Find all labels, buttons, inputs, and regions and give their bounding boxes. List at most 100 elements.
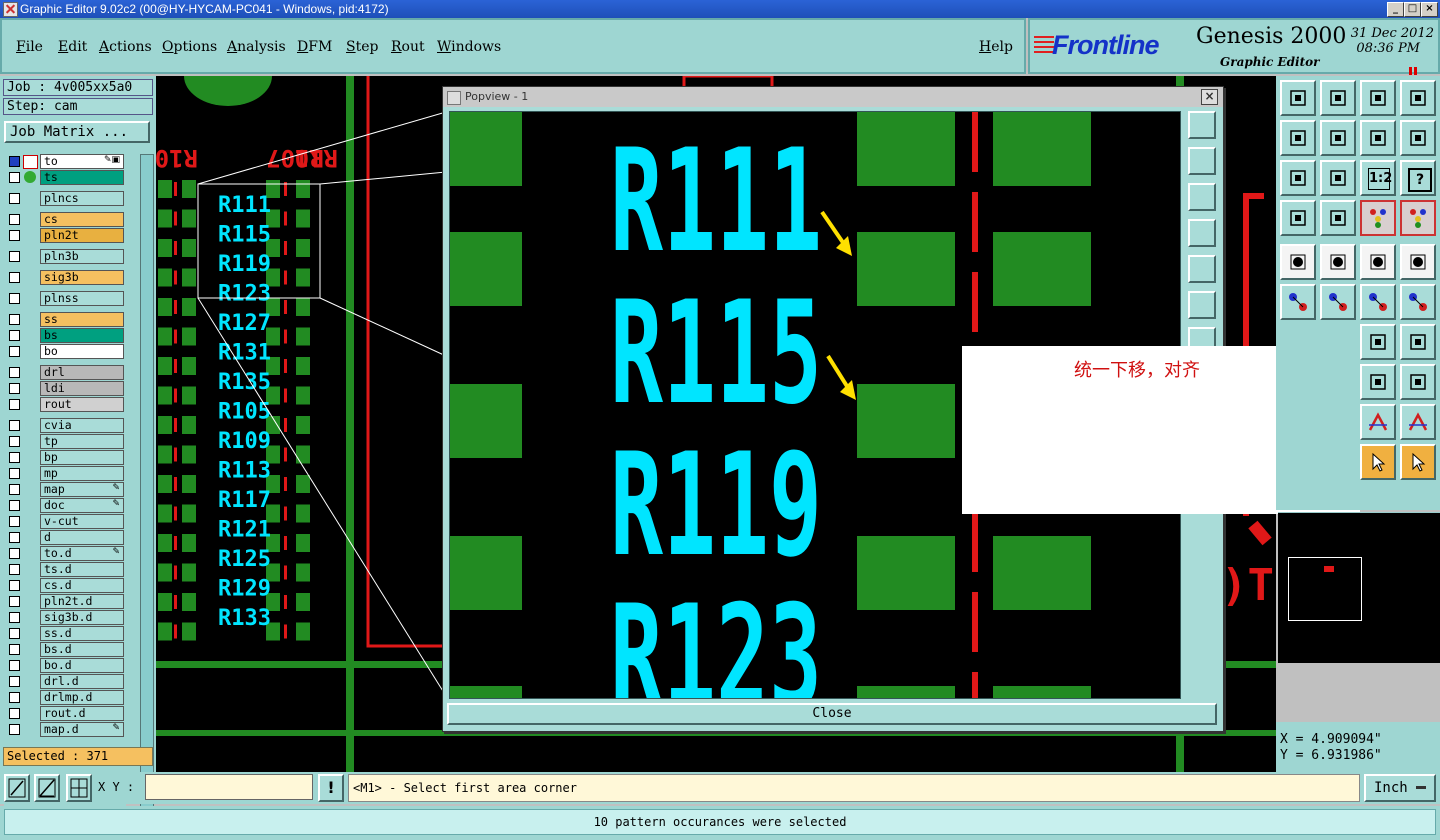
move-button[interactable]	[1360, 284, 1396, 320]
layer-row[interactable]: tp	[6, 434, 124, 449]
layer-name[interactable]: ss	[40, 312, 124, 327]
layer-checkbox[interactable]	[9, 251, 20, 262]
layer-row[interactable]: ts	[6, 170, 124, 185]
layer-row[interactable]: bs	[6, 328, 124, 343]
layer-name[interactable]: tp	[40, 434, 124, 449]
layer-checkbox[interactable]	[9, 383, 20, 394]
layer-name[interactable]: drlmp.d	[40, 690, 124, 705]
layer-checkbox[interactable]	[9, 367, 20, 378]
net-button[interactable]	[1360, 364, 1396, 400]
layer-row[interactable]: cvia	[6, 418, 124, 433]
layer-row[interactable]: ss.d	[6, 626, 124, 641]
layer-row[interactable]: cs	[6, 212, 124, 227]
layer-checkbox[interactable]	[9, 293, 20, 304]
route-tool-button[interactable]	[1360, 444, 1396, 480]
layer-checkbox[interactable]	[9, 580, 20, 591]
layer-row[interactable]: pln3b	[6, 249, 124, 264]
route2-tool-button[interactable]	[1400, 444, 1436, 480]
layer-row[interactable]: pln2t.d	[6, 594, 124, 609]
job-matrix-button[interactable]: Job Matrix ...	[4, 121, 150, 143]
layer-checkbox[interactable]	[9, 724, 20, 735]
layer-row[interactable]: bo	[6, 344, 124, 359]
layer-name[interactable]: cs	[40, 212, 124, 227]
layer-name[interactable]: bs.d	[40, 642, 124, 657]
layer-checkbox[interactable]	[9, 436, 20, 447]
maximize-button[interactable]: □	[1404, 2, 1421, 17]
layer-name[interactable]: map.d	[40, 722, 124, 737]
layer-name[interactable]: to.d	[40, 546, 124, 561]
layer-row[interactable]: drl.d	[6, 674, 124, 689]
layer-checkbox[interactable]	[9, 330, 20, 341]
layer-row[interactable]: to ✎▣	[6, 154, 124, 169]
home-button[interactable]	[1360, 80, 1396, 116]
menu-options[interactable]: Options	[162, 39, 217, 55]
layer-name[interactable]: rout.d	[40, 706, 124, 721]
layer-name[interactable]: pln2t.d	[40, 594, 124, 609]
layer-name[interactable]: plncs	[40, 191, 124, 206]
layer-checkbox[interactable]	[9, 676, 20, 687]
layer-row[interactable]: map.d ✎	[6, 722, 124, 737]
alert-button[interactable]: !	[318, 774, 344, 802]
layer-row[interactable]: pln2t	[6, 228, 124, 243]
measure-icon[interactable]	[34, 774, 60, 802]
layer-name[interactable]: mp	[40, 466, 124, 481]
popview-zoom-fit-button[interactable]	[1188, 111, 1216, 139]
layer-name[interactable]: pln2t	[40, 228, 124, 243]
layer-checkbox[interactable]	[9, 548, 20, 559]
mirror-view-button[interactable]	[1400, 120, 1436, 156]
layer-checkbox[interactable]	[9, 214, 20, 225]
layer-name[interactable]: bo	[40, 344, 124, 359]
units-select[interactable]: Inch	[1364, 774, 1436, 802]
layer-checkbox[interactable]	[9, 532, 20, 543]
layer-row[interactable]: drl	[6, 365, 124, 380]
layer-checkbox[interactable]	[9, 230, 20, 241]
layer-row[interactable]: ldi	[6, 381, 124, 396]
layer-checkbox[interactable]	[9, 644, 20, 655]
layer-name[interactable]: plnss	[40, 291, 124, 306]
zoom-center-button[interactable]	[1320, 160, 1356, 196]
layer-name[interactable]: bo.d	[40, 658, 124, 673]
layer-checkbox[interactable]	[9, 172, 20, 183]
select-tool-button[interactable]	[1280, 244, 1316, 280]
snap-center-button[interactable]	[1400, 244, 1436, 280]
layer-name[interactable]: bs	[40, 328, 124, 343]
xy-input[interactable]	[145, 774, 313, 800]
menu-step[interactable]: Step	[346, 39, 378, 55]
layer-checkbox[interactable]	[9, 596, 20, 607]
popview-close-button[interactable]: Close	[447, 703, 1217, 725]
layer-checkbox[interactable]	[9, 500, 20, 511]
layer-checkbox[interactable]	[9, 660, 20, 671]
layer-checkbox[interactable]	[9, 346, 20, 357]
scale-button[interactable]: 1:2	[1360, 160, 1396, 196]
rotate-view-button[interactable]	[1360, 120, 1396, 156]
layer-row[interactable]: plncs	[6, 191, 124, 206]
layer-order-button[interactable]	[1400, 200, 1436, 236]
layer-checkbox[interactable]	[9, 564, 20, 575]
layer-checkbox[interactable]	[9, 452, 20, 463]
menu-analysis[interactable]: Analysis	[227, 39, 286, 55]
layer-checkbox[interactable]	[9, 516, 20, 527]
layer-checkbox[interactable]	[9, 628, 20, 639]
layer-row[interactable]: bs.d	[6, 642, 124, 657]
layer-name[interactable]: doc	[40, 498, 124, 513]
layer-checkbox[interactable]	[9, 484, 20, 495]
split-view-button[interactable]	[1400, 80, 1436, 116]
layer-row[interactable]: d	[6, 530, 124, 545]
pan-left-button[interactable]	[1280, 120, 1316, 156]
grid-tool-button[interactable]	[1320, 200, 1356, 236]
layer-row[interactable]: cs.d	[6, 578, 124, 593]
menu-edit[interactable]: Edit	[58, 39, 87, 55]
angle2-tool-button[interactable]	[1400, 404, 1436, 440]
layer-checkbox[interactable]	[9, 314, 20, 325]
popview-fit-button[interactable]	[1188, 291, 1216, 319]
undo-tool-button[interactable]	[1360, 324, 1396, 360]
menu-file[interactable]: File	[16, 39, 43, 55]
window-title-bar[interactable]: Graphic Editor 9.02c2 (00@HY-HYCAM-PC041…	[0, 0, 1440, 18]
close-window-button[interactable]: ×	[1421, 2, 1438, 17]
popview-zoom-out-button[interactable]	[1188, 183, 1216, 211]
menu-windows[interactable]: Windows	[437, 39, 501, 55]
layer-checkbox[interactable]	[9, 468, 20, 479]
layer-row[interactable]: bo.d	[6, 658, 124, 673]
draw-tool-button[interactable]	[1320, 244, 1356, 280]
layer-checkbox[interactable]	[9, 272, 20, 283]
